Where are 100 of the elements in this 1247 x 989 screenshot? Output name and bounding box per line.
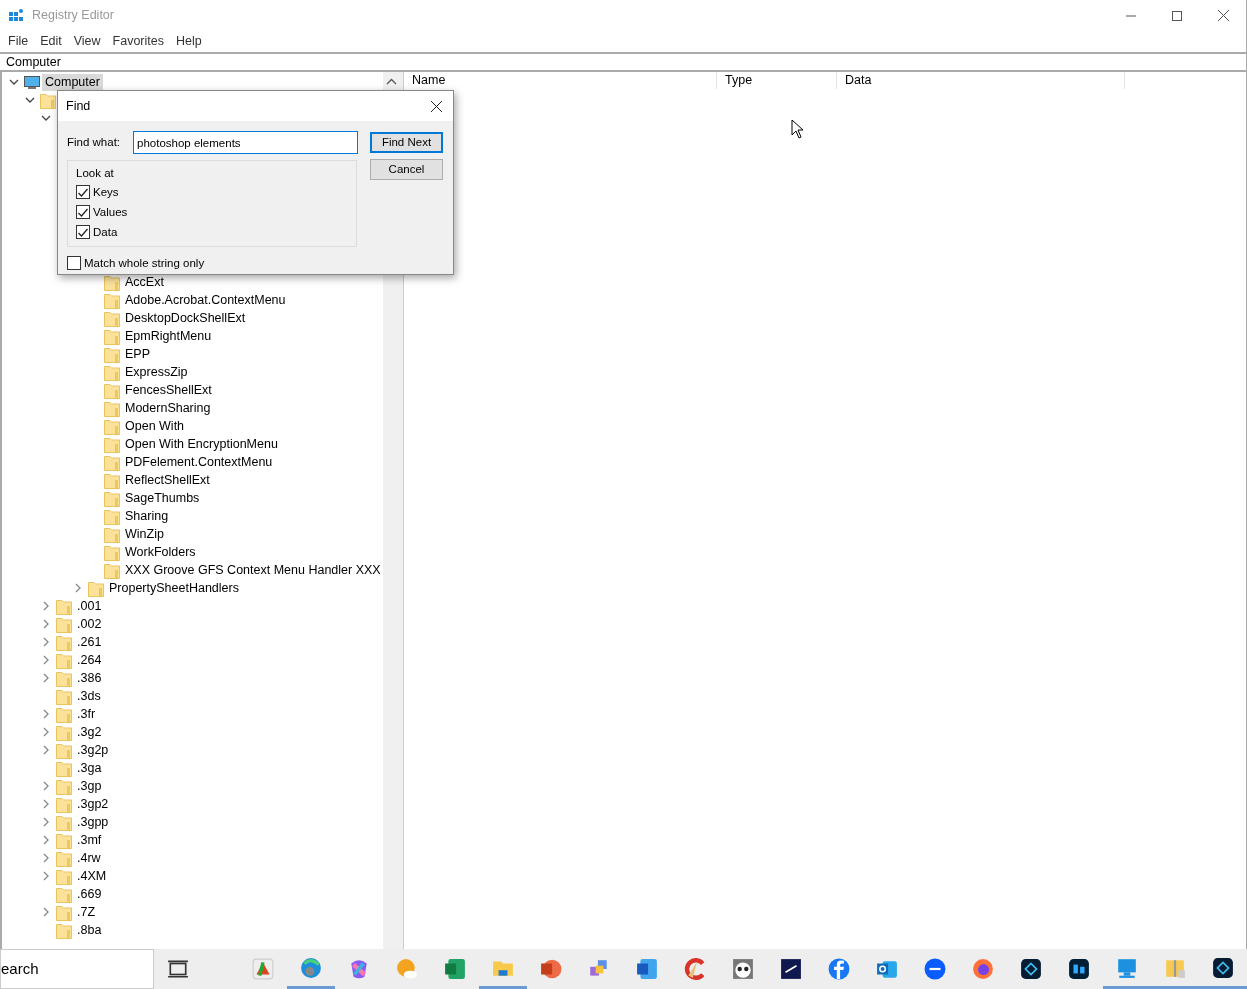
tree-item[interactable]: .002 [74,615,105,633]
tree-item[interactable]: ReflectShellExt [122,471,213,489]
tree-item[interactable]: PropertySheetHandlers [106,579,242,597]
tree-item[interactable]: Open With [122,417,188,435]
tree-item[interactable]: .001 [74,597,105,615]
checkbox-label: Keys [93,184,119,200]
folder-icon [104,507,120,525]
tree-item[interactable]: DesktopDockShellExt [122,309,249,327]
tree-item[interactable]: ModernSharing [122,399,214,417]
folder-icon [56,705,72,723]
tree-item[interactable]: .3ds [74,687,104,705]
tree-item[interactable]: .7Z [74,903,99,921]
tree-item[interactable]: AccExt [122,273,167,291]
menu-item[interactable]: File [2,31,35,51]
mouse-cursor-icon [791,119,804,139]
folder-icon [104,561,120,579]
checkbox[interactable] [76,225,90,240]
checkbox[interactable] [67,256,81,271]
menu-item[interactable]: Edit [34,31,68,51]
computer-icon [24,74,40,90]
tree-item[interactable]: .3g2 [74,723,105,741]
tree-item[interactable]: .264 [74,651,105,669]
find-next-button[interactable]: Find Next [370,132,443,153]
folder-icon [56,669,72,687]
folder-icon [104,453,120,471]
app-icon [1212,956,1235,979]
tree-item[interactable]: .3ga [74,759,105,777]
document-icon [636,958,659,980]
column-header[interactable]: Data [837,72,1125,89]
tree-item[interactable]: .3mf [74,831,105,849]
search-field[interactable]: photoshop elements [133,131,358,154]
tree-item[interactable]: .3g2p [74,741,112,759]
tree-item[interactable]: Adobe.Acrobat.ContextMenu [122,291,289,309]
folder-icon [56,867,72,885]
folder-icon [104,345,120,363]
app-icon [1020,958,1043,980]
tree-item[interactable]: Computer [42,73,103,91]
folder-icon [56,795,72,813]
column-header[interactable]: Name [404,72,717,89]
brush-icon [684,958,707,980]
folder-icon [56,741,72,759]
folder-icon [56,777,72,795]
tree-item[interactable]: .669 [74,885,105,903]
tree-item[interactable]: .3fr [74,705,99,723]
tree-item[interactable]: PDFelement.ContextMenu [122,453,276,471]
panda-icon [732,958,755,980]
tree-item[interactable]: .3gp2 [74,795,112,813]
folder-icon [104,399,120,417]
menu-item[interactable]: View [67,31,107,51]
scroll-up-icon[interactable] [386,78,397,86]
tree-item[interactable]: Open With EncryptionMenu [122,435,281,453]
folder-icon [104,471,120,489]
folder-icon [104,273,120,291]
app-icon [252,958,275,980]
folder-icon [104,381,120,399]
tree-item[interactable]: XXX Groove GFS Context Menu Handler XXX [122,561,383,579]
folder-icon [104,435,120,453]
tree-item[interactable]: .4rw [74,849,104,867]
folder-icon [56,831,72,849]
folder-icon [104,489,120,507]
task-view-icon [166,958,189,980]
tree-item[interactable]: FencesShellExt [122,381,215,399]
checkbox[interactable] [76,185,90,200]
tree-item[interactable]: .261 [74,633,105,651]
folder-icon [56,885,72,903]
close-icon [1217,10,1229,21]
address-bar[interactable]: Computer [0,52,1246,72]
folder-icon [56,687,72,705]
folder-icon [104,291,120,309]
tree-item[interactable]: EpmRightMenu [122,327,215,345]
folder-icon [56,597,72,615]
menu-item[interactable]: Help [170,31,208,51]
column-header[interactable]: Type [717,72,837,89]
tree-item[interactable]: .386 [74,669,105,687]
tree-item[interactable]: .8ba [74,921,105,939]
folder-icon [104,525,120,543]
browser-icon [972,958,995,980]
maximize-icon [1172,10,1182,21]
checkbox[interactable] [76,205,90,220]
folder-icon [104,543,120,561]
tree-item[interactable]: SageThumbs [122,489,203,507]
dialog-title: Find [66,97,91,115]
tree-item[interactable]: .3gp [74,777,105,795]
tree-item[interactable]: .3gpp [74,813,112,831]
mail-icon [876,958,899,980]
presentation-icon [540,958,563,980]
tree-item[interactable]: Sharing [122,507,172,525]
tree-item[interactable]: EPP [122,345,153,363]
tree-item[interactable]: ExpressZip [122,363,191,381]
menu-item[interactable]: Favorites [106,31,170,51]
field-label: Find what: [67,134,122,150]
folder-icon [56,723,72,741]
folder-icon [104,309,120,327]
tree-item[interactable]: .4XM [74,867,110,885]
cancel-button[interactable]: Cancel [370,159,443,180]
search-field[interactable]: earch [0,949,154,989]
tree-item[interactable]: WorkFolders [122,543,199,561]
window-title: Registry Editor [32,7,115,25]
folder-icon [56,921,72,939]
tree-item[interactable]: WinZip [122,525,167,543]
